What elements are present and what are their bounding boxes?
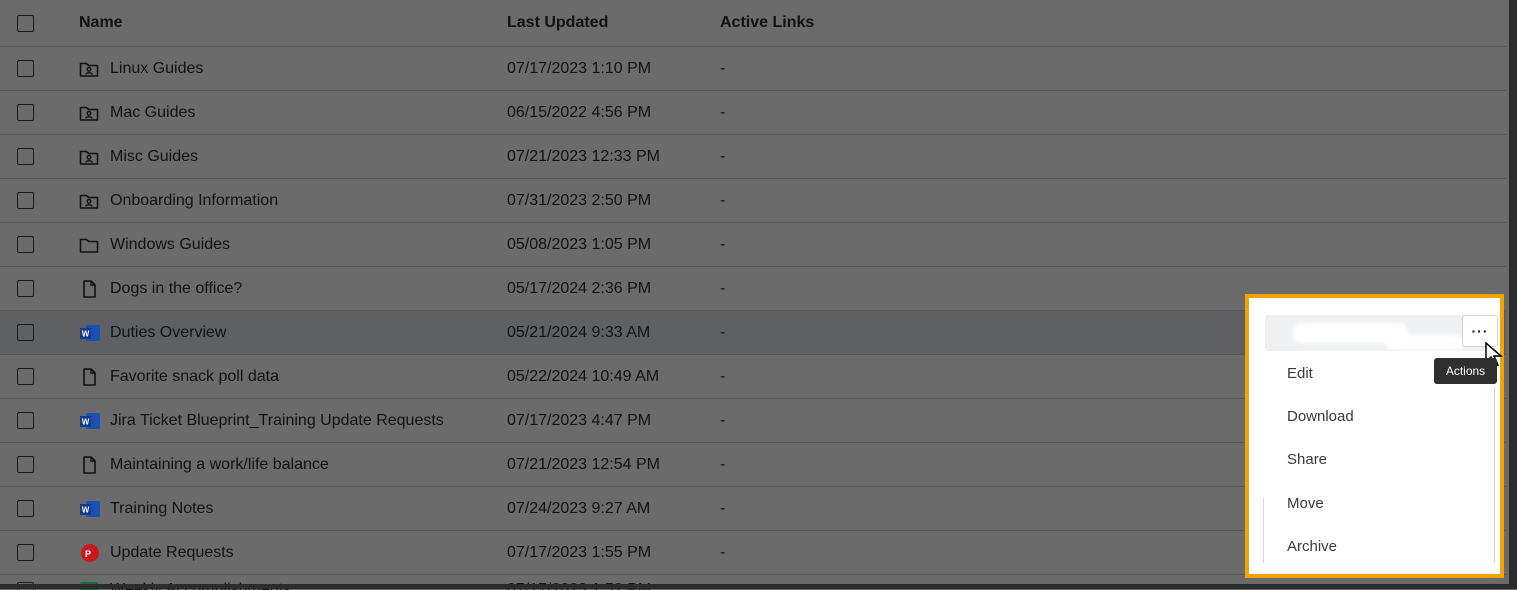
file-name[interactable]: Training Notes <box>110 500 213 518</box>
last-updated-value: 07/21/2023 12:33 PM <box>507 148 660 166</box>
file-name[interactable]: Update Requests <box>110 544 234 562</box>
word-doc-icon: W <box>79 499 101 519</box>
last-updated-value: 07/31/2023 2:50 PM <box>507 192 651 210</box>
file-name[interactable]: Mac Guides <box>110 104 195 122</box>
row-checkbox[interactable] <box>17 368 34 385</box>
row-checkbox[interactable] <box>17 544 34 561</box>
table-row[interactable]: Linux Guides 07/17/2023 1:10 PM - <box>0 47 1506 91</box>
last-updated-value: 07/17/2023 1:55 PM <box>507 544 651 562</box>
active-links-value: - <box>720 236 725 254</box>
active-links-value: - <box>720 192 725 210</box>
menu-item-archive[interactable]: Archive <box>1287 538 1337 555</box>
table-row[interactable]: Windows Guides 05/08/2023 1:05 PM - <box>0 223 1506 267</box>
menu-item-download[interactable]: Download <box>1287 408 1354 425</box>
pdf-icon: P <box>79 543 101 563</box>
table-row[interactable]: Mac Guides 06/15/2022 4:56 PM - <box>0 91 1506 135</box>
menu-item-share[interactable]: Share <box>1287 451 1327 468</box>
active-links-value: - <box>720 500 725 518</box>
shared-folder-icon <box>79 147 101 167</box>
file-name[interactable]: Maintaining a work/life balance <box>110 456 329 474</box>
name-column-header[interactable]: Name <box>79 14 123 32</box>
shared-folder-icon <box>79 59 101 79</box>
row-checkbox[interactable] <box>17 60 34 77</box>
last-updated-value: 07/17/2023 4:47 PM <box>507 412 651 430</box>
last-updated-value: 06/15/2022 4:56 PM <box>507 104 651 122</box>
file-name[interactable]: Misc Guides <box>110 148 198 166</box>
svg-text:P: P <box>85 549 91 559</box>
folder-icon <box>79 235 101 255</box>
file-name[interactable]: Duties Overview <box>110 324 226 342</box>
active-links-value: - <box>720 544 725 562</box>
shared-folder-icon <box>79 103 101 123</box>
active-links-value: - <box>720 104 725 122</box>
active-links-value: - <box>720 324 725 342</box>
menu-item-edit[interactable]: Edit <box>1287 365 1313 382</box>
select-all-checkbox[interactable] <box>17 15 34 32</box>
scrollbar-track[interactable] <box>1509 0 1517 589</box>
active-links-value: - <box>720 456 725 474</box>
file-name[interactable]: Dogs in the office? <box>110 280 242 298</box>
table-header: Name Last Updated Active Links <box>0 0 1506 47</box>
active-links-value: - <box>720 60 725 78</box>
row-checkbox[interactable] <box>17 236 34 253</box>
file-name[interactable]: Linux Guides <box>110 60 203 78</box>
file-name[interactable]: Onboarding Information <box>110 192 278 210</box>
last-updated-value: 05/22/2024 10:49 AM <box>507 368 659 386</box>
table-row[interactable]: Onboarding Information 07/31/2023 2:50 PM… <box>0 179 1506 223</box>
file-name[interactable]: Windows Guides <box>110 236 230 254</box>
svg-text:W: W <box>82 505 90 514</box>
document-icon <box>79 367 101 387</box>
shared-folder-icon <box>79 191 101 211</box>
row-checkbox[interactable] <box>17 456 34 473</box>
active-links-column-header[interactable]: Active Links <box>720 14 814 32</box>
file-name[interactable]: Favorite snack poll data <box>110 368 279 386</box>
active-links-value: - <box>720 280 725 298</box>
last-updated-value: 07/21/2023 12:54 PM <box>507 456 660 474</box>
row-checkbox[interactable] <box>17 324 34 341</box>
active-links-value: - <box>720 148 725 166</box>
row-checkbox[interactable] <box>17 280 34 297</box>
menu-item-move[interactable]: Move <box>1287 495 1324 512</box>
row-checkbox[interactable] <box>17 148 34 165</box>
actions-popup-highlight: ··· Actions EditDownloadShareMoveArchive <box>1245 294 1504 578</box>
last-updated-value: 05/21/2024 9:33 AM <box>507 324 650 342</box>
document-icon <box>79 279 101 299</box>
word-doc-icon: W <box>79 323 101 343</box>
last-updated-column-header[interactable]: Last Updated <box>507 14 608 32</box>
active-links-value: - <box>720 412 725 430</box>
row-checkbox[interactable] <box>17 104 34 121</box>
svg-text:W: W <box>82 329 90 338</box>
word-doc-icon: W <box>79 411 101 431</box>
last-updated-value: 07/24/2023 9:27 AM <box>507 500 650 518</box>
document-icon <box>79 455 101 475</box>
last-updated-value: 07/17/2023 1:10 PM <box>507 60 651 78</box>
svg-text:W: W <box>82 417 90 426</box>
row-checkbox[interactable] <box>17 500 34 517</box>
row-preview <box>1265 315 1487 351</box>
table-row[interactable]: Misc Guides 07/21/2023 12:33 PM - <box>0 135 1506 179</box>
last-updated-value: 05/17/2024 2:36 PM <box>507 280 651 298</box>
row-checkbox[interactable] <box>17 192 34 209</box>
file-name[interactable]: Jira Ticket Blueprint_Training Update Re… <box>110 412 444 430</box>
row-checkbox[interactable] <box>17 412 34 429</box>
actions-tooltip: Actions <box>1434 358 1497 384</box>
active-links-value: - <box>720 368 725 386</box>
last-updated-value: 05/08/2023 1:05 PM <box>507 236 651 254</box>
bottom-border <box>0 584 1517 589</box>
